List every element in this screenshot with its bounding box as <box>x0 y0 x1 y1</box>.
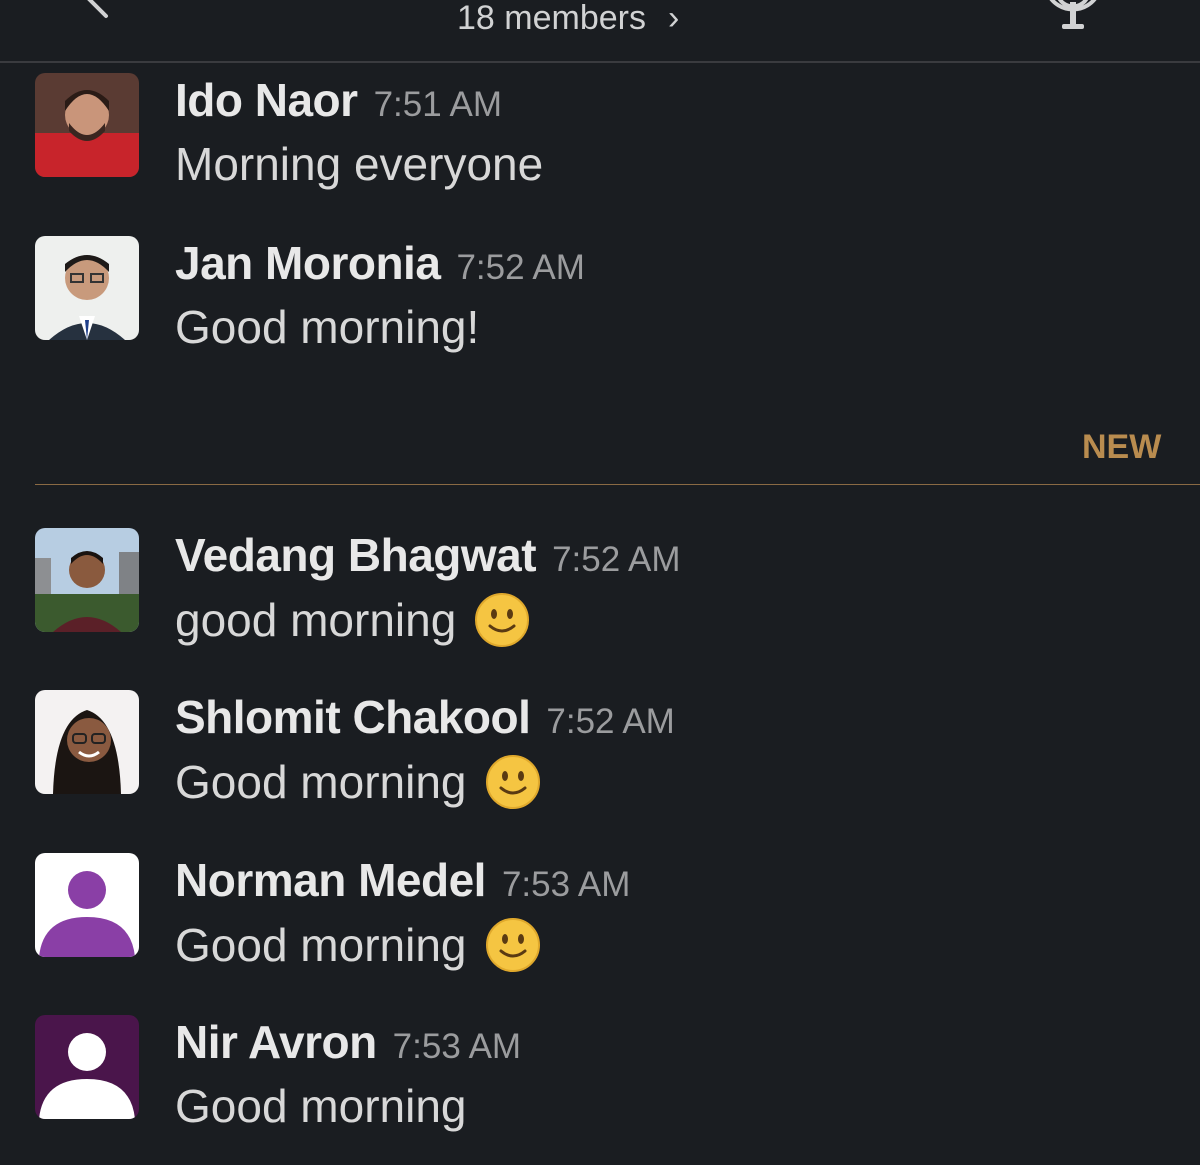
message-item[interactable]: Vedang Bhagwat 7:52 AM good morning <box>35 528 1195 678</box>
members-button[interactable]: 18 members › <box>457 0 679 40</box>
message-text: Good morning <box>175 754 541 810</box>
message-item[interactable]: Ido Naor 7:51 AM Morning everyone <box>35 73 1195 223</box>
message-timestamp: 7:52 AM <box>546 702 675 741</box>
sender-name[interactable]: Ido Naor <box>175 73 358 127</box>
message-body: Morning everyone <box>175 138 544 190</box>
sender-name[interactable]: Norman Medel <box>175 853 486 907</box>
message-text: Good morning <box>175 917 541 973</box>
channel-header: 18 members › <box>0 0 1200 63</box>
message-item[interactable]: Norman Medel 7:53 AM Good morning <box>35 853 1195 1003</box>
sender-name[interactable]: Vedang Bhagwat <box>175 528 537 582</box>
slightly-smiling-face-icon <box>485 918 540 972</box>
slightly-smiling-face-icon <box>475 593 530 647</box>
avatar[interactable] <box>35 853 139 957</box>
avatar[interactable] <box>35 236 139 340</box>
avatar[interactable] <box>35 528 139 632</box>
new-messages-label: NEW <box>1082 428 1162 466</box>
chevron-right-icon: › <box>667 0 680 37</box>
members-count-label: 18 members <box>457 0 646 37</box>
message-text: Good morning! <box>175 300 479 354</box>
sender-name[interactable]: Shlomit Chakool <box>175 690 531 744</box>
message-body: Good morning! <box>175 301 480 353</box>
message-timestamp: 7:53 AM <box>392 1027 522 1066</box>
message-timestamp: 7:53 AM <box>501 865 631 904</box>
message-timestamp: 7:51 AM <box>373 85 502 124</box>
message-timestamp: 7:52 AM <box>456 248 585 287</box>
avatar[interactable] <box>35 1015 139 1119</box>
back-arrow-icon[interactable] <box>74 0 114 26</box>
sender-name[interactable]: Nir Avron <box>175 1015 377 1069</box>
message-body: Good morning <box>175 756 467 808</box>
message-body: Good morning <box>175 919 467 971</box>
message-body: Good morning <box>175 1080 467 1132</box>
avatar[interactable] <box>35 73 139 177</box>
message-text: Good morning <box>175 1079 467 1133</box>
message-item[interactable]: Nir Avron 7:53 AM Good morning <box>35 1015 1195 1165</box>
new-messages-divider <box>35 484 1200 485</box>
sender-name[interactable]: Jan Moronia <box>175 236 441 290</box>
avatar[interactable] <box>35 690 139 794</box>
slightly-smiling-face-icon <box>485 755 540 809</box>
message-item[interactable]: Shlomit Chakool 7:52 AM Good morning <box>35 690 1195 840</box>
huddle-icon[interactable] <box>1040 0 1106 32</box>
message-body: good morning <box>175 594 457 646</box>
message-timestamp: 7:52 AM <box>552 540 681 579</box>
message-text: Morning everyone <box>175 137 543 191</box>
message-item[interactable]: Jan Moronia 7:52 AM Good morning! <box>35 236 1195 386</box>
message-text: good morning <box>175 592 530 648</box>
